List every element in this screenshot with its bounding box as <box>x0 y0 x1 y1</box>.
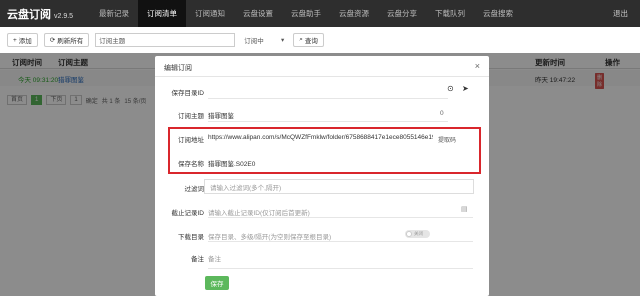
download-dir-underline <box>208 241 473 242</box>
target-icon[interactable]: ⊙ <box>447 84 454 93</box>
modal-divider <box>155 76 489 77</box>
edit-subscription-modal: 编辑订阅 × 保存目录ID ⊙ ➤ 订阅主题 猎罪图鉴 0 订阅地址 https… <box>155 56 489 296</box>
nav-item-share[interactable]: 云盘分享 <box>378 0 426 27</box>
save-name-label: 保存名称 <box>178 161 204 168</box>
save-dir-id-field[interactable] <box>208 87 448 95</box>
save-button[interactable]: 保存 <box>205 276 229 290</box>
topic-underline <box>208 121 448 122</box>
note-underline <box>208 268 473 269</box>
nav-item-subscriptions[interactable]: 订阅清单 <box>138 0 186 27</box>
filter-label: 过滤词 <box>184 186 205 193</box>
topic-filter-placeholder: 订阅主题 <box>99 38 126 45</box>
chevron-down-icon: ▾ <box>280 37 285 44</box>
brand-name: 云盘订阅 <box>7 8 51 21</box>
status-select[interactable]: 订阅中 ▾ <box>241 33 287 47</box>
extract-code-button[interactable]: 提取码 <box>438 135 456 144</box>
nav-item-settings[interactable]: 云盘设置 <box>234 0 282 27</box>
toggle-knob <box>406 231 412 237</box>
nav-item-resources[interactable]: 云盘资源 <box>330 0 378 27</box>
save-dir-id-label: 保存目录ID <box>171 90 205 97</box>
brand: 云盘订阅 v2.9.5 <box>0 6 90 22</box>
refresh-all-label: 刷新所有 <box>57 38 84 45</box>
note-textarea[interactable]: 备注 <box>208 253 221 263</box>
toolbar: + 添加 ⟳ 刷新所有 订阅主题 订阅中 ▾ ⌕ 查询 <box>0 27 640 53</box>
add-button[interactable]: + 添加 <box>7 33 38 47</box>
refresh-all-button[interactable]: ⟳ 刷新所有 <box>43 33 90 47</box>
search-icon: ⌕ <box>299 36 303 43</box>
stop-id-field[interactable]: 请输入截止记录ID(仅订阅后首更新) <box>208 207 310 217</box>
query-button-label: 查询 <box>304 38 318 45</box>
nav-item-latest[interactable]: 最新记录 <box>90 0 138 27</box>
nav-item-assistant[interactable]: 云盘助手 <box>282 0 330 27</box>
download-dir-field[interactable]: 保存目录、多级/隔开(为空则保存至根目录) <box>208 231 331 241</box>
modal-title: 编辑订阅 <box>164 65 192 72</box>
logout-link[interactable]: 退出 <box>613 8 640 19</box>
save-dir-id-underline <box>208 98 448 99</box>
toggle-label: 关闭 <box>414 231 423 236</box>
close-icon[interactable]: × <box>475 61 480 71</box>
topic-count: 0 <box>440 110 444 117</box>
topic-field[interactable]: 猎罪图鉴 <box>208 110 234 120</box>
save-name-field[interactable]: 猎罪图鉴.S02E0 <box>208 158 255 168</box>
query-button[interactable]: ⌕ 查询 <box>293 33 324 47</box>
note-label: 备注 <box>191 256 204 263</box>
stop-id-underline <box>208 217 473 218</box>
address-field[interactable]: https://www.alipan.com/s/McQWZfFmklw/fol… <box>208 134 433 141</box>
address-label: 订阅地址 <box>178 137 204 144</box>
topic-filter-input[interactable]: 订阅主题 <box>95 33 236 47</box>
send-icon[interactable]: ➤ <box>462 84 469 93</box>
add-button-label: 添加 <box>18 38 32 45</box>
nav-item-download-queue[interactable]: 下载队列 <box>426 0 474 27</box>
stop-id-label: 截止记录ID <box>171 210 205 217</box>
top-navbar: 云盘订阅 v2.9.5 最新记录 订阅清单 订阅通知 云盘设置 云盘助手 云盘资… <box>0 0 640 27</box>
nav-item-notifications[interactable]: 订阅通知 <box>186 0 234 27</box>
refresh-icon: ⟳ <box>49 37 56 44</box>
download-dir-label: 下载目录 <box>178 234 204 241</box>
document-icon[interactable]: ▤ <box>461 205 468 213</box>
plus-icon: + <box>13 36 17 44</box>
nav-item-search[interactable]: 云盘搜索 <box>474 0 522 27</box>
topic-label: 订阅主题 <box>178 113 204 120</box>
brand-version: v2.9.5 <box>54 12 74 20</box>
download-dir-toggle[interactable]: 关闭 <box>405 230 430 238</box>
status-select-value: 订阅中 <box>244 38 264 45</box>
filter-input[interactable]: 请输入过滤词(多个,隔开) <box>204 179 474 194</box>
